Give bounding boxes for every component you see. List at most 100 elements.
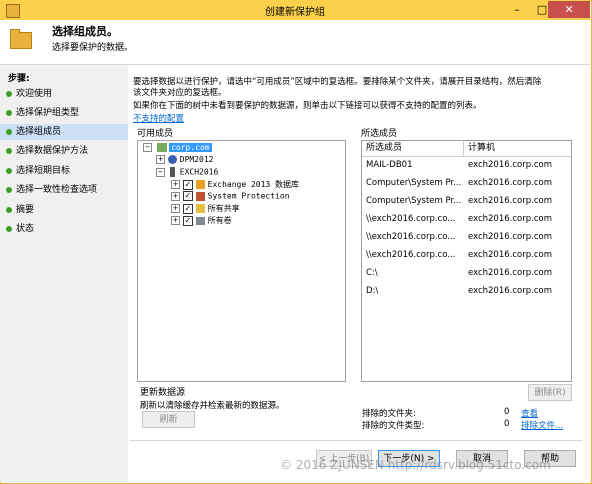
checkbox-checked[interactable]: ✓ — [182, 179, 193, 190]
cell-computer: exch2016.corp.com — [468, 178, 552, 188]
step-status-icon — [6, 225, 12, 232]
window-title: 创建新保护组 — [265, 7, 325, 18]
excluded-folders-count: 0 — [504, 407, 510, 417]
footer-divider — [130, 440, 582, 441]
cell-member: MAIL-DB01 — [366, 160, 413, 170]
step-short-term-goals[interactable]: 选择短期目标 — [6, 163, 70, 179]
excluded-types-count: 0 — [504, 419, 510, 429]
tree-exch-label: EXCH2016 — [179, 167, 219, 177]
remove-button[interactable]: 删除(R) — [528, 384, 572, 401]
domain-icon — [156, 143, 167, 152]
cell-computer: exch2016.corp.com — [468, 232, 552, 242]
step-status-icon — [6, 206, 12, 213]
tree-system-protection-label: System Protection — [207, 191, 290, 201]
selected-members-table[interactable]: 所选成员 计算机 MAIL-DB01 exch2016.corp.com Comp… — [361, 140, 572, 382]
refresh-group-title: 更新数据源 — [140, 388, 186, 398]
watermark: © 2016 ZJUNSEN http://rdsrv.blog.51cto.c… — [280, 458, 551, 472]
refresh-button[interactable]: 刷新 — [142, 411, 195, 428]
tree-volumes-label: 所有卷 — [207, 216, 232, 225]
step-group-members[interactable]: 选择组成员 — [0, 124, 128, 140]
tree-root-label: corp.com — [169, 143, 212, 152]
selected-members-label: 所选成员 — [361, 129, 398, 139]
steps-heading: 步骤: — [8, 74, 30, 84]
step-group-type[interactable]: 选择保护组类型 — [6, 105, 79, 121]
cell-computer: exch2016.corp.com — [468, 286, 552, 296]
tree-node-shares[interactable]: + ✓ 所有共享 — [171, 203, 240, 214]
share-icon — [195, 204, 205, 213]
view-excluded-link[interactable]: 查看 — [521, 407, 538, 419]
table-header: 所选成员 计算机 — [362, 141, 571, 157]
page-title: 选择组成员。 — [52, 25, 118, 38]
instruction-unsupported: 如果你在下面的树中未看到要保护的数据源，则单击以下链接可以获得不支持的配置的列表… — [133, 101, 482, 111]
table-row[interactable]: Computer\System Pr... exch2016.corp.com — [362, 174, 568, 192]
table-row[interactable]: \\exch2016.corp.co... exch2016.corp.com — [362, 246, 568, 264]
table-row[interactable]: \\exch2016.corp.co... exch2016.corp.com — [362, 228, 568, 246]
cell-computer: exch2016.corp.com — [468, 214, 552, 224]
column-header-member[interactable]: 所选成员 — [366, 141, 402, 156]
expand-toggle[interactable]: + — [171, 204, 180, 213]
table-row[interactable]: D:\ exch2016.corp.com — [362, 282, 568, 300]
step-welcome[interactable]: 欢迎使用 — [6, 86, 52, 102]
folder-icon — [10, 29, 32, 49]
cell-member: Computer\System Pr... — [366, 178, 462, 188]
cell-member: C:\ — [366, 268, 378, 278]
tree-node-system-protection[interactable]: + ✓ System Protection — [171, 191, 290, 202]
cell-member: \\exch2016.corp.co... — [366, 232, 456, 242]
close-button[interactable]: ✕ — [548, 1, 590, 18]
step-status-icon — [6, 186, 12, 193]
cell-computer: exch2016.corp.com — [468, 160, 552, 170]
step-summary[interactable]: 摘要 — [6, 202, 34, 218]
tree-dpm-label: DPM2012 — [179, 155, 214, 164]
step-status[interactable]: 状态 — [6, 221, 34, 237]
tree-node-exch[interactable]: − EXCH2016 — [156, 167, 218, 178]
tree-node-exchange-db[interactable]: + ✓ Exchange 2013 数据库 — [171, 179, 299, 190]
table-row[interactable]: \\exch2016.corp.co... exch2016.corp.com — [362, 210, 568, 228]
cell-computer: exch2016.corp.com — [468, 268, 552, 278]
excluded-folders-label: 排除的文件夹: — [362, 409, 416, 419]
server-icon — [169, 167, 175, 177]
tree-node-dpm[interactable]: + DPM2012 — [156, 155, 213, 165]
step-status-icon — [6, 90, 12, 97]
expand-toggle[interactable]: + — [171, 180, 180, 189]
cell-member: \\exch2016.corp.co... — [366, 250, 456, 260]
cell-computer: exch2016.corp.com — [468, 196, 552, 206]
tree-node-root[interactable]: − corp.com — [143, 143, 212, 152]
step-status-icon — [6, 167, 12, 174]
available-members-label: 可用成员 — [137, 129, 174, 139]
refresh-description: 刷新以清除缓存并检索最新的数据源。 — [140, 401, 285, 411]
tree-node-volumes[interactable]: + ✓ 所有卷 — [171, 215, 232, 226]
expand-toggle[interactable]: + — [156, 155, 165, 164]
volume-icon — [195, 216, 205, 225]
exclude-files-link[interactable]: 排除文件... — [521, 419, 563, 431]
unsupported-config-link[interactable]: 不支持的配置 — [133, 112, 184, 124]
column-header-computer[interactable]: 计算机 — [468, 141, 495, 156]
collapse-toggle[interactable]: − — [143, 143, 152, 152]
collapse-toggle[interactable]: − — [156, 167, 165, 177]
table-row[interactable]: Computer\System Pr... exch2016.corp.com — [362, 192, 568, 210]
excluded-types-label: 排除的文件类型: — [362, 421, 425, 431]
expand-toggle[interactable]: + — [171, 191, 180, 201]
exchange-icon — [195, 180, 205, 189]
table-row[interactable]: MAIL-DB01 exch2016.corp.com — [362, 156, 568, 174]
cell-member: Computer\System Pr... — [366, 196, 462, 206]
step-protection-method[interactable]: 选择数据保护方法 — [6, 143, 88, 159]
tree-shares-label: 所有共享 — [207, 204, 240, 213]
instruction-text-cont: 该文件夹对应的复选框。 — [133, 88, 227, 98]
tree-exchange-db-label: Exchange 2013 数据库 — [207, 180, 300, 189]
expand-toggle[interactable]: + — [171, 216, 180, 225]
cell-computer: exch2016.corp.com — [468, 250, 552, 260]
step-consistency-check[interactable]: 选择一致性检查选项 — [6, 182, 97, 198]
minimize-button[interactable]: – — [503, 1, 531, 18]
step-status-icon — [6, 109, 12, 116]
checkbox-checked[interactable]: ✓ — [182, 191, 193, 201]
clock-icon — [167, 155, 177, 164]
step-status-icon — [6, 147, 12, 154]
cell-member: \\exch2016.corp.co... — [366, 214, 456, 224]
column-divider — [463, 141, 464, 156]
table-row[interactable]: C:\ exch2016.corp.com — [362, 264, 568, 282]
system-icon — [195, 191, 205, 201]
page-subtitle: 选择要保护的数据。 — [52, 43, 134, 53]
checkbox-checked[interactable]: ✓ — [182, 215, 193, 226]
cell-member: D:\ — [366, 286, 379, 296]
checkbox-checked[interactable]: ✓ — [182, 203, 193, 214]
